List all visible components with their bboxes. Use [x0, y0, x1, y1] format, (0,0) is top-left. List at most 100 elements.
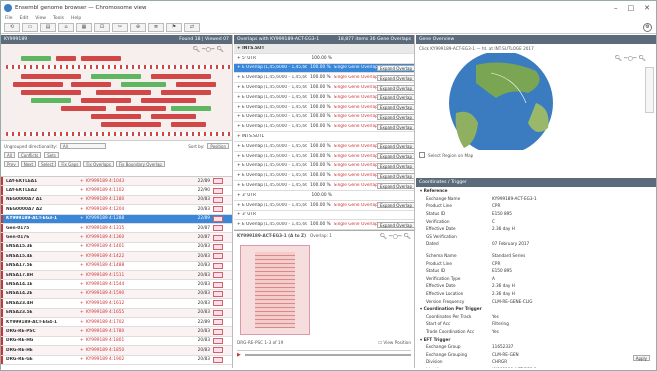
overlap-row[interactable]: + E Overlap (1,45,6000 - 1,45,6600) 100.… — [234, 142, 414, 152]
overlap-row[interactable]: + E Overlap (1,45,6000 - 1,45,6600) 100.… — [234, 220, 414, 231]
track-feature[interactable] — [101, 122, 161, 127]
expand-overlap-button[interactable]: Expand Overlap — [377, 162, 414, 169]
cut-icon[interactable]: ✂ — [112, 23, 128, 32]
list-icon[interactable]: ▤ — [40, 23, 56, 32]
select-button[interactable]: Select — [38, 161, 57, 167]
overlap-row[interactable]: + E Overlap (1,45,6000 - 1,45,6600) 100.… — [234, 63, 414, 74]
row-flag-icon[interactable] — [213, 337, 223, 344]
expand-overlap-button[interactable]: Expand Overlap — [377, 172, 414, 179]
gene-row[interactable]: DRG-RE-GE + KY999189 4:1902 20/83 — [1, 355, 232, 365]
track-feature[interactable] — [6, 132, 232, 136]
row-flag-icon[interactable] — [213, 319, 223, 326]
map-view[interactable]: 🔍︎ ─○─ 🔍︎ — [416, 51, 656, 155]
maximize-button[interactable]: □ — [628, 4, 635, 12]
overlap-row[interactable]: + E Overlap (1,45,6000 - 1,45,6600) 100.… — [234, 83, 414, 93]
expand-overlap-button[interactable]: Expand Overlap — [377, 182, 414, 189]
expand-overlap-button[interactable]: Expand Overlap — [377, 202, 414, 209]
track-feature[interactable] — [91, 114, 141, 119]
menu-tools[interactable]: Tools — [53, 16, 64, 21]
gene-row[interactable]: DRG-RE-HG + KY999189 4:1801 20/83 — [1, 336, 232, 347]
track-feature[interactable] — [56, 56, 76, 61]
expand-overlap-button[interactable]: Expand Overlap — [377, 123, 414, 130]
row-flag-icon[interactable] — [213, 234, 223, 241]
row-flag-icon[interactable] — [213, 196, 223, 203]
gene-row[interactable]: ENSA17.8H + KY999189 4:1511 20/83 — [1, 271, 232, 281]
track-feature[interactable] — [171, 122, 206, 127]
timeline-slider[interactable] — [244, 353, 411, 356]
row-flag-icon[interactable] — [213, 347, 223, 354]
map-zoom-control[interactable]: 🔍︎ ─○─ 🔍︎ — [614, 55, 646, 62]
flag-icon[interactable]: ⚑ — [166, 23, 182, 32]
row-flag-icon[interactable] — [213, 225, 223, 232]
track-feature[interactable] — [151, 74, 211, 79]
expand-overlap-button[interactable]: Expand Overlap — [377, 143, 414, 150]
row-flag-icon[interactable] — [213, 206, 223, 213]
zoom-icon[interactable]: ⊕ — [130, 23, 146, 32]
menu-help[interactable]: Help — [71, 16, 81, 21]
row-flag-icon[interactable] — [213, 187, 223, 194]
track-feature[interactable] — [81, 56, 121, 61]
expand-overlap-button[interactable]: Expand Overlap — [377, 84, 414, 91]
gene-row[interactable]: ENSA17.5E + KY999189 4:1488 20/83 — [1, 261, 232, 271]
tree-section-header[interactable]: ▾ Coordination Per Trigger — [416, 305, 656, 313]
filter-dropdown[interactable]: All — [59, 143, 106, 149]
overlap-row[interactable]: + E Overlap (1,45,6000 - 1,45,6600) 100.… — [234, 181, 414, 191]
swap-icon[interactable]: ⇄ — [184, 23, 200, 32]
fix-overlaps-button[interactable]: Fix Overlaps — [83, 161, 114, 167]
row-flag-icon[interactable] — [213, 243, 223, 250]
row-flag-icon[interactable] — [213, 253, 223, 260]
track-feature[interactable] — [31, 98, 71, 103]
overlap-row[interactable]: + E Overlap (1,45,6000 - 1,45,6600) 100.… — [234, 93, 414, 103]
gene-row[interactable]: DRG-RE-PSC + KY999189 4:1780 20/83 — [1, 327, 232, 337]
overlap-row[interactable]: + 5' UTR 100.00 % — [234, 54, 414, 64]
globe-map[interactable] — [416, 51, 654, 155]
track-feature[interactable] — [161, 90, 211, 95]
gene-row[interactable]: Gen-0176 + KY999189 4:1360 20/87 — [1, 233, 232, 243]
check-conflicts[interactable]: Conflicts — [17, 152, 42, 158]
track-feature[interactable] — [171, 106, 211, 111]
close-button[interactable]: ✕ — [644, 4, 650, 12]
menu-view[interactable]: View — [35, 16, 46, 21]
gene-row[interactable]: ENSA15.4E + KY999189 4:1422 20/83 — [1, 252, 232, 262]
row-flag-icon[interactable] — [213, 281, 223, 288]
expand-overlap-button[interactable]: Expand Overlap — [377, 113, 414, 120]
gene-row[interactable]: NEG0000A7 A2 + KY999189 4:1204 20/83 — [1, 205, 232, 215]
track-feature[interactable] — [116, 106, 166, 111]
detail-zoom-control[interactable]: 🔍︎ ─○─ 🔍︎ — [379, 233, 411, 240]
expand-overlap-button[interactable]: Expand Overlap — [377, 74, 414, 81]
view-position-check[interactable]: ☐ View Position — [378, 340, 411, 345]
check-sets[interactable]: Sets — [44, 152, 59, 158]
gene-row[interactable]: ENSA14.1E + KY999189 4:1544 20/83 — [1, 280, 232, 290]
gene-row[interactable]: NEG0000A7 A1 + KY999189 4:1180 20/83 — [1, 195, 232, 206]
row-flag-icon[interactable] — [213, 290, 223, 297]
track-feature[interactable] — [121, 82, 166, 87]
gene-row[interactable]: KY999189-ACT-EG4-1 + KY999189 4:1702 22/… — [1, 318, 232, 328]
fix-boundary-button[interactable]: Fix Boundary Overlap — [115, 161, 165, 167]
refresh-icon[interactable]: ⟲ — [4, 23, 20, 32]
fix-gaps-button[interactable]: Fix Gaps — [58, 161, 82, 167]
detail-track[interactable] — [240, 245, 310, 335]
overlap-row[interactable]: + E Overlap (1,45,6000 - 1,45,6600) 100.… — [234, 171, 414, 182]
gene-row[interactable]: ENSA23.5E + KY999189 4:1655 20/83 — [1, 308, 232, 318]
track-feature[interactable] — [61, 106, 106, 111]
sort-dropdown[interactable]: Position — [207, 143, 229, 149]
overlap-row[interactable]: + E Overlap (1,45,6000 - 1,45,6600) 100.… — [234, 122, 414, 133]
track-feature[interactable] — [151, 114, 196, 119]
track-feature[interactable] — [13, 82, 63, 87]
overlap-row[interactable]: + 3' UTR 100.00 % — [234, 191, 414, 201]
gene-row[interactable]: LAY-EKTLEA2 + KY999189 4:1102 22/90 — [1, 186, 232, 196]
gene-row[interactable]: Gen-0175 + KY999189 4:1315 20/87 — [1, 224, 232, 234]
overlap-row[interactable]: + INTS.SUTLOGE — [234, 132, 414, 142]
track-feature[interactable] — [91, 74, 141, 79]
zoom-control[interactable]: 🔍︎ ─○─ 🔍︎ — [192, 46, 224, 53]
next-button[interactable]: Next — [20, 161, 37, 167]
gene-row[interactable]: ENSA14.2E + KY999189 4:1590 20/83 — [1, 289, 232, 300]
overlap-row[interactable]: + E Overlap (1,45,6000 - 1,45,6600) 100.… — [234, 201, 414, 211]
gene-row[interactable]: LAY-EKTLEA1 + KY999189 4:1043 22/89 — [1, 177, 232, 187]
track-feature[interactable] — [176, 82, 216, 87]
settings-icon[interactable]: ⚙ — [643, 23, 652, 32]
row-flag-icon[interactable] — [213, 215, 223, 222]
row-flag-icon[interactable] — [213, 328, 223, 335]
home-icon[interactable]: ⌂ — [58, 23, 74, 32]
check-all[interactable]: All — [4, 152, 15, 158]
